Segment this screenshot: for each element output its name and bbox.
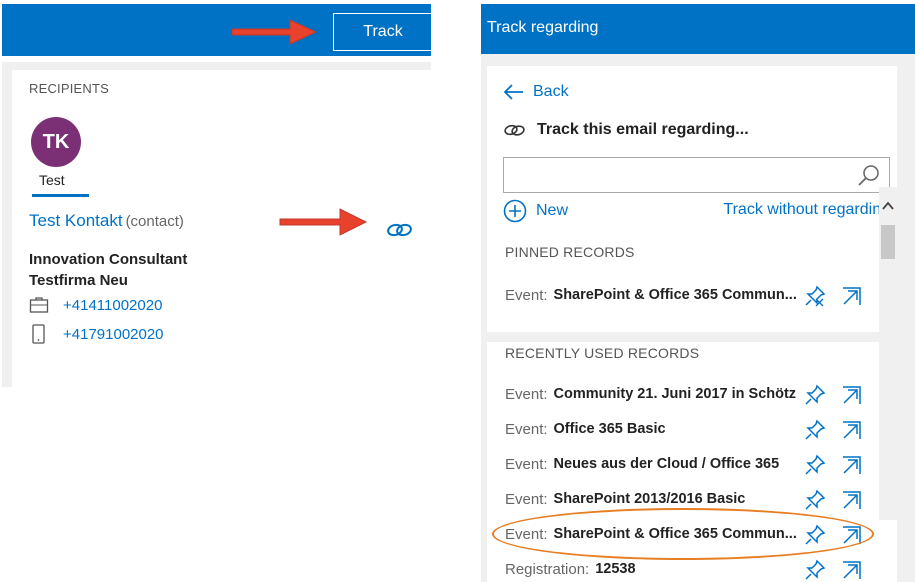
record-name[interactable]: Community 21. Juni 2017 in Schötz <box>554 386 797 402</box>
phone-business-link[interactable]: +41411002020 <box>63 297 162 314</box>
scrollbar-thumb[interactable] <box>881 225 895 259</box>
track-heading-text: Track this email regarding... <box>537 121 749 138</box>
mobile-phone-icon <box>32 324 45 344</box>
open-record-icon[interactable] <box>840 453 864 477</box>
section-divider <box>487 332 887 342</box>
avatar[interactable]: TK <box>31 117 81 167</box>
track-regarding-card: Back Track this email regarding... New T… <box>487 66 897 582</box>
open-record-icon[interactable] <box>840 383 864 407</box>
panel-title: Track regarding <box>487 19 599 36</box>
record-type: Event: <box>505 490 548 508</box>
recipients-title: RECIPIENTS <box>29 81 110 96</box>
back-label: Back <box>533 83 569 100</box>
pin-icon[interactable] <box>803 418 827 442</box>
link-icon <box>504 124 525 136</box>
pin-icon[interactable] <box>803 383 827 407</box>
contact-name-link[interactable]: Test Kontakt <box>29 211 123 230</box>
phone-mobile-link[interactable]: +41791002020 <box>63 326 164 343</box>
red-arrow-annotation-link <box>279 208 368 236</box>
red-arrow-annotation-track <box>231 19 318 45</box>
record-type: Registration: <box>505 560 590 578</box>
open-record-icon[interactable] <box>840 418 864 442</box>
phone-mobile-row: +41791002020 <box>29 324 164 344</box>
pin-icon[interactable] <box>803 558 827 582</box>
recent-record-item[interactable]: Registration: 12538 <box>505 558 875 580</box>
track-regarding-panel: Track regarding Back Track this email re… <box>481 4 915 582</box>
open-record-icon[interactable] <box>840 284 864 308</box>
link-icon[interactable] <box>385 220 415 240</box>
avatar-name[interactable]: Test <box>39 172 65 188</box>
recent-record-item[interactable]: Event: SharePoint 2013/2016 Basic <box>505 488 875 510</box>
add-circle-icon <box>503 199 527 223</box>
phone-business-row: +41411002020 <box>29 295 162 315</box>
recent-record-item[interactable]: Event: Community 21. Juni 2017 in Schötz <box>505 383 875 405</box>
pinned-records-title: PINNED RECORDS <box>505 244 635 260</box>
contact-job-title: Innovation Consultant <box>29 251 188 268</box>
new-label: New <box>536 202 569 219</box>
track-button[interactable]: Track <box>333 13 433 51</box>
recent-record-item[interactable]: Event: Neues aus der Cloud / Office 365 <box>505 453 875 475</box>
search-input[interactable] <box>504 158 844 192</box>
record-name[interactable]: Neues aus der Cloud / Office 365 <box>554 456 780 472</box>
chevron-up-icon[interactable] <box>882 201 894 211</box>
contact-type: (contact) <box>125 213 184 230</box>
pin-icon[interactable] <box>803 453 827 477</box>
search-box <box>503 157 890 193</box>
record-type: Event: <box>505 385 548 403</box>
search-icon[interactable] <box>857 164 881 188</box>
open-record-icon[interactable] <box>840 488 864 512</box>
record-type: Event: <box>505 420 548 438</box>
left-top-bar: Track <box>2 4 433 56</box>
briefcase-icon <box>29 297 49 313</box>
back-button[interactable]: Back <box>503 83 569 101</box>
record-type: Event: <box>505 455 548 473</box>
recent-record-item[interactable]: Event: Office 365 Basic <box>505 418 875 440</box>
pin-icon[interactable] <box>803 488 827 512</box>
recent-records-title: RECENTLY USED RECORDS <box>505 345 700 361</box>
new-button[interactable]: New <box>503 199 568 223</box>
panel-header: Track regarding <box>481 4 915 54</box>
track-heading: Track this email regarding... <box>503 121 749 139</box>
record-name[interactable]: Office 365 Basic <box>554 421 666 437</box>
record-name[interactable]: SharePoint & Office 365 Commun... <box>554 287 797 303</box>
contact-company: Testfirma Neu <box>29 272 128 289</box>
track-without-regarding-link[interactable]: Track without regarding <box>723 201 890 219</box>
records-scrollbar[interactable] <box>879 187 897 520</box>
avatar-selected-indicator <box>32 194 89 197</box>
pinned-record-item[interactable]: Event: SharePoint & Office 365 Commun... <box>505 284 875 308</box>
unpin-icon[interactable] <box>803 284 827 308</box>
highlight-ellipse-annotation <box>492 508 874 560</box>
record-type: Event: <box>505 286 548 304</box>
record-name[interactable]: SharePoint 2013/2016 Basic <box>554 491 746 507</box>
record-name[interactable]: 12538 <box>595 561 635 577</box>
open-record-icon[interactable] <box>840 558 864 582</box>
contact-name-row: Test Kontakt (contact) <box>29 211 184 231</box>
arrow-left-icon <box>503 84 523 100</box>
